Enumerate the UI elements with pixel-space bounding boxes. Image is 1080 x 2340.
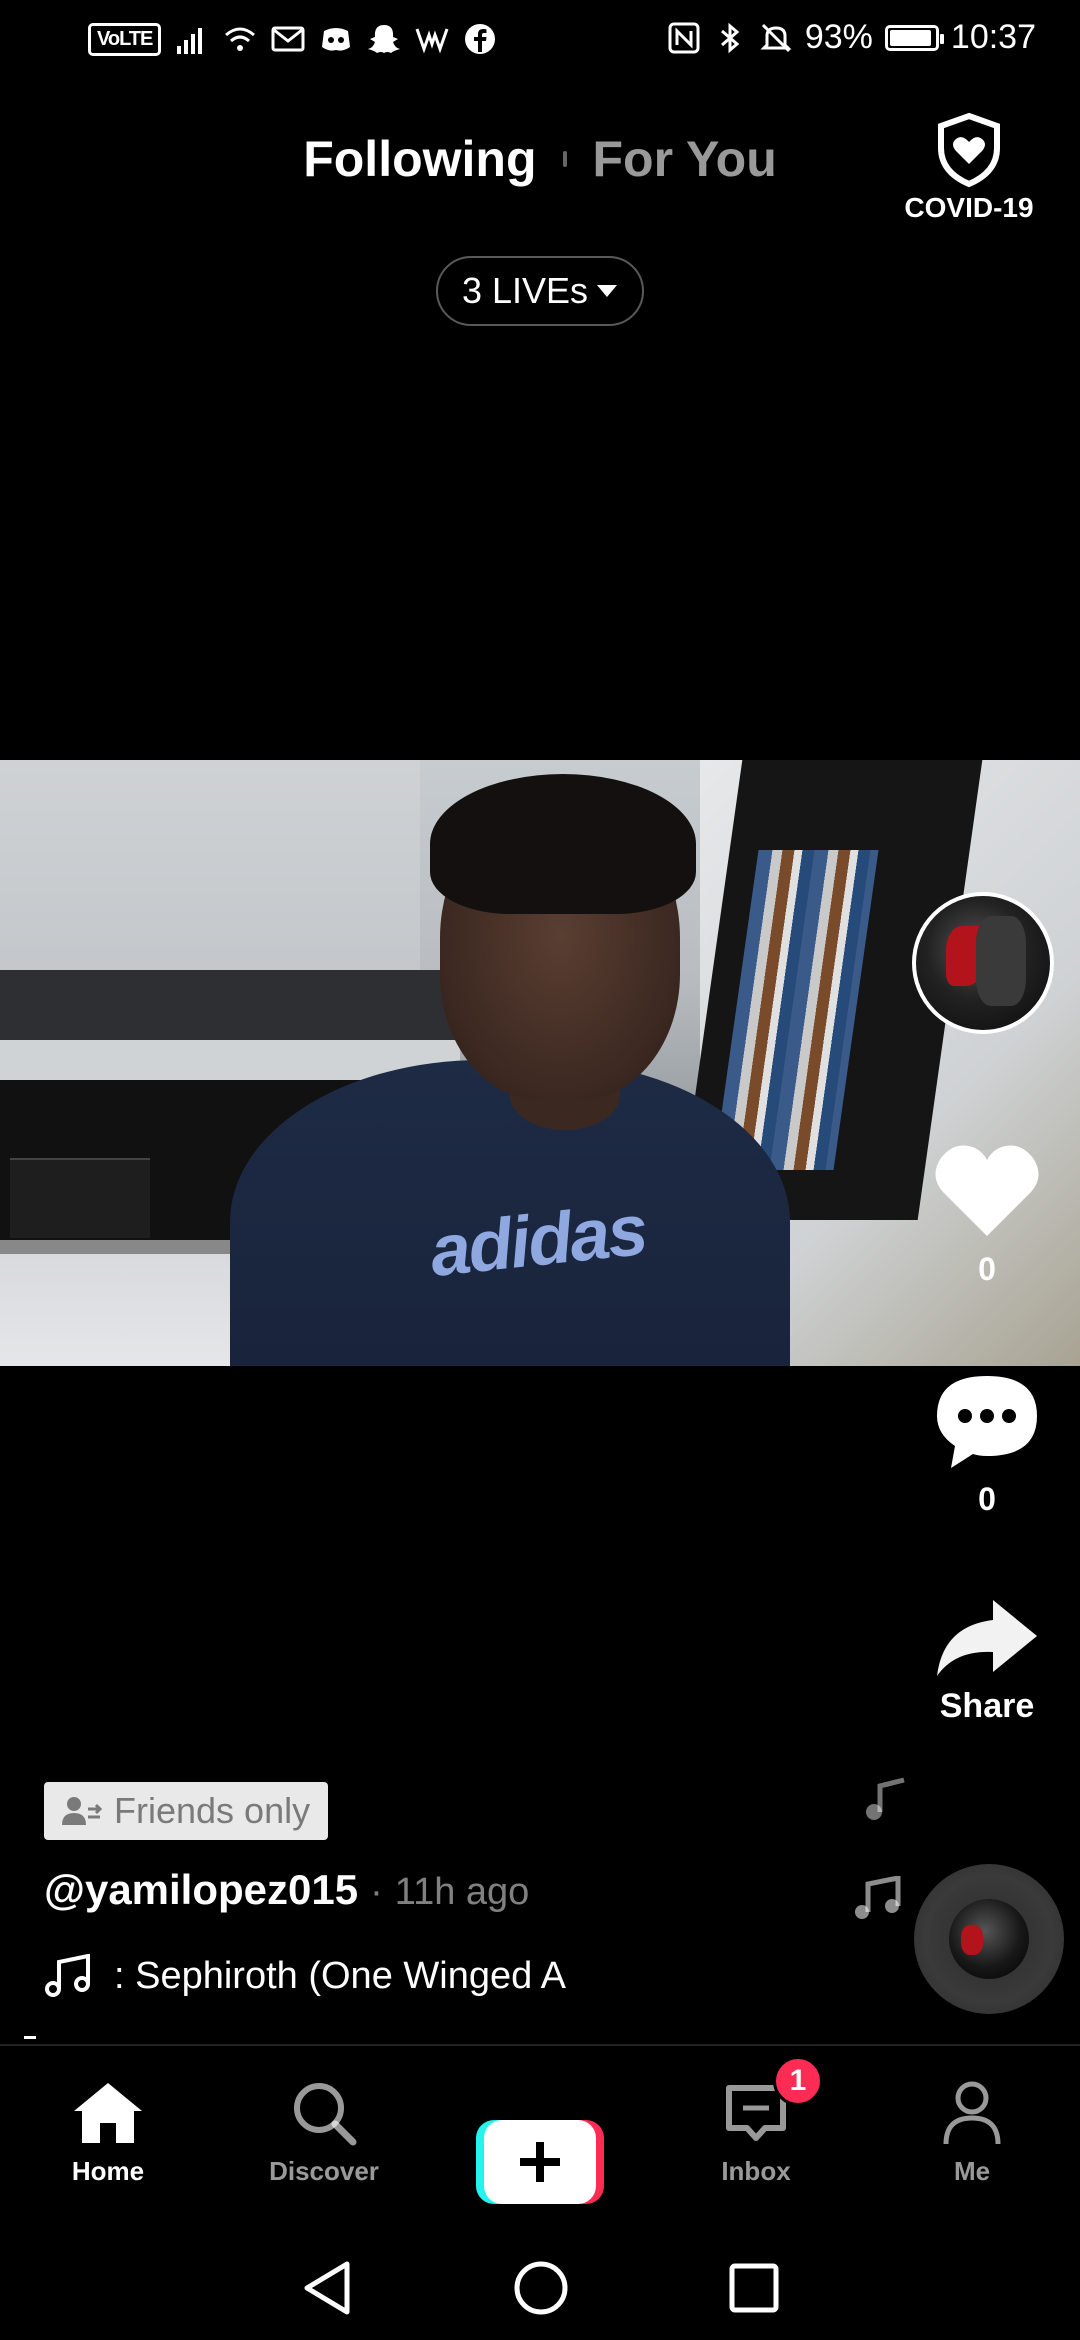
comment-count: 0	[978, 1481, 996, 1517]
clock: 10:37	[950, 18, 1036, 56]
inbox-badge: 1	[773, 2056, 823, 2106]
meta-separator: ·	[370, 1871, 383, 1913]
comment-icon	[937, 1376, 1037, 1468]
video-shelf	[0, 970, 460, 1040]
status-right: 93% 10:37	[667, 18, 1036, 57]
home-icon	[72, 2076, 144, 2150]
signal-icon	[177, 28, 203, 54]
shield-heart-icon	[938, 112, 1000, 188]
nav-me[interactable]: Me	[864, 2046, 1080, 2236]
nav-inbox-label: Inbox	[721, 2156, 791, 2186]
share-label: Share	[939, 1687, 1035, 1725]
nfc-icon	[668, 22, 700, 53]
back-icon[interactable]	[301, 2260, 353, 2316]
post-meta: @yamilopez015 · 11h ago	[44, 1866, 529, 1914]
mute-icon	[760, 23, 792, 52]
facebook-icon	[465, 24, 496, 54]
music-note-icon	[45, 1954, 90, 1997]
creator-avatar[interactable]	[912, 892, 1054, 1034]
share-arrow-icon	[937, 1600, 1037, 1676]
status-left: VoLTE	[88, 22, 497, 56]
sound-disc[interactable]	[914, 1864, 1064, 2014]
battery-fill	[889, 29, 931, 46]
nav-discover[interactable]: Discover	[216, 2046, 432, 2236]
post-time: 11h ago	[394, 1871, 530, 1913]
nav-inbox[interactable]: 1 Inbox	[648, 2046, 864, 2236]
tab-for-you[interactable]: For You	[593, 130, 777, 188]
nav-me-label: Me	[953, 2156, 991, 2186]
wwe-icon	[415, 28, 449, 54]
friends-icon	[62, 1797, 102, 1825]
video-person-hair	[430, 774, 696, 914]
floating-note-icon	[852, 1874, 904, 1932]
create-button[interactable]	[476, 2120, 604, 2204]
search-icon	[291, 2076, 357, 2150]
bluetooth-icon	[720, 22, 740, 53]
sound-link[interactable]: : Sephiroth (One Winged A	[44, 1954, 604, 1998]
home-circle-icon[interactable]	[513, 2260, 569, 2316]
bottom-nav: Home Discover 1 Inbox Me	[0, 2046, 1080, 2236]
inbox-icon: 1	[723, 2056, 823, 2150]
battery-percent: 93%	[804, 18, 873, 56]
progress-mark	[24, 2036, 36, 2039]
nav-discover-label: Discover	[269, 2156, 379, 2186]
tab-following[interactable]: Following	[303, 130, 536, 188]
wifi-icon	[225, 27, 256, 51]
video-box	[10, 1158, 150, 1238]
privacy-label: Friends only	[114, 1790, 311, 1831]
username-link[interactable]: @yamilopez015	[44, 1866, 358, 1914]
profile-icon	[942, 2076, 1002, 2150]
nav-create[interactable]	[432, 2046, 648, 2236]
plus-icon	[484, 2120, 596, 2204]
volte-indicator: VoLTE	[88, 22, 162, 56]
lives-button[interactable]: 3 LIVEs	[436, 256, 644, 326]
status-bar: VoLTE 93% 10:37	[0, 0, 1080, 84]
tab-separator	[562, 151, 567, 167]
floating-note-icon	[862, 1776, 908, 1832]
heart-icon	[935, 1145, 1039, 1236]
battery-icon	[884, 24, 944, 51]
recents-icon[interactable]	[729, 2263, 779, 2313]
like-button[interactable]: 0	[916, 1140, 1058, 1288]
sound-title: : Sephiroth (One Winged A	[114, 1954, 567, 1997]
covid-button[interactable]: COVID-19	[904, 112, 1034, 224]
covid-label: COVID-19	[904, 192, 1034, 223]
comment-button[interactable]: 0	[916, 1370, 1058, 1518]
privacy-badge: Friends only	[44, 1782, 329, 1840]
lives-label: 3 LIVEs	[461, 270, 589, 311]
sound-disc-cover	[949, 1899, 1029, 1979]
caret-down-icon	[597, 285, 618, 297]
system-nav	[0, 2236, 1080, 2340]
nav-home[interactable]: Home	[0, 2046, 216, 2236]
like-count: 0	[978, 1251, 996, 1287]
gmail-icon	[271, 26, 305, 52]
share-button[interactable]: Share	[916, 1596, 1058, 1726]
snapchat-icon	[368, 25, 401, 53]
discord-icon	[322, 28, 351, 51]
nav-home-label: Home	[71, 2156, 145, 2186]
